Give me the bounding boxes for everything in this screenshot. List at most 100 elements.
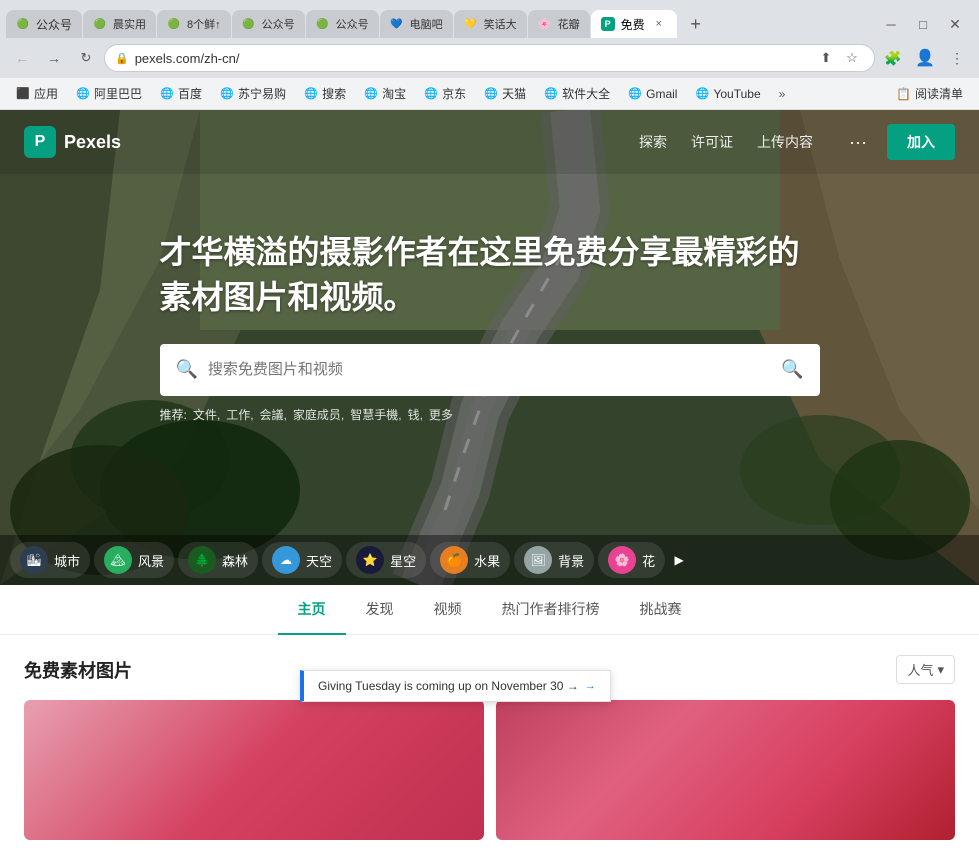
extensions-button[interactable]: 🧩 xyxy=(879,44,907,72)
bookmark-youtube-label: YouTube xyxy=(713,87,760,101)
reader-list-button[interactable]: 📋 阅读清单 xyxy=(888,82,971,105)
bookmark-tmall[interactable]: 🌐 天猫 xyxy=(476,82,534,105)
notification-arrow-icon: → xyxy=(585,680,596,692)
pexels-logo[interactable]: P Pexels xyxy=(24,126,121,158)
suggested-tag-2[interactable]: 会議, xyxy=(260,406,287,423)
tab-official2[interactable]: 🟢 公众号 xyxy=(232,10,305,38)
category-label-star: 星空 xyxy=(390,551,416,570)
tab-favicon-flower: 🌸 xyxy=(538,17,552,31)
tab-flower[interactable]: 🌸 花瓣 xyxy=(528,10,590,38)
bookmark-suning[interactable]: 🌐 苏宁易购 xyxy=(212,82,294,105)
pexels-navbar: P Pexels 探索 许可证 上传内容 ··· 加入 xyxy=(0,110,979,174)
join-button[interactable]: 加入 xyxy=(887,124,955,160)
jd-icon: 🌐 xyxy=(424,87,438,100)
category-fruit[interactable]: 🍊 水果 xyxy=(430,542,510,578)
tab-smile[interactable]: 💛 笑话大 xyxy=(454,10,527,38)
category-label-city: 城市 xyxy=(54,551,80,570)
hero-section: P Pexels 探索 许可证 上传内容 ··· 加入 才华横溢的摄影作者在这里… xyxy=(0,110,979,585)
image-card-2[interactable] xyxy=(496,700,956,840)
bookmark-search[interactable]: 🌐 搜索 xyxy=(296,82,354,105)
nav-upload[interactable]: 上传内容 xyxy=(757,132,813,153)
category-thumb-bg: 🖼 xyxy=(524,546,552,574)
bookmark-alibaba[interactable]: 🌐 阿里巴巴 xyxy=(68,82,150,105)
suggested-tag-4[interactable]: 智慧手機, xyxy=(350,406,401,423)
category-thumb-sky: ☁ xyxy=(272,546,300,574)
tab-close-pexels[interactable]: × xyxy=(651,16,667,32)
search-submit-button[interactable]: 🔍 xyxy=(781,359,803,380)
tab-challenges[interactable]: 挑战赛 xyxy=(620,585,702,635)
sort-button[interactable]: 人气 ▾ xyxy=(896,655,955,684)
category-label-forest: 森林 xyxy=(222,551,248,570)
tab-top-creators[interactable]: 热门作者排行榜 xyxy=(482,585,620,635)
category-forest[interactable]: 🌲 森林 xyxy=(178,542,258,578)
bookmark-apps[interactable]: ⬛ 应用 xyxy=(8,82,66,105)
tab-fresh[interactable]: 🟢 8个鲜↑ xyxy=(157,10,231,38)
search-input[interactable] xyxy=(208,361,781,378)
bookmark-youtube[interactable]: 🌐 YouTube xyxy=(687,84,768,104)
tab-favicon-wechat: 🟢 xyxy=(16,17,30,31)
reader-list-label: 阅读清单 xyxy=(915,85,963,102)
category-strip-arrow[interactable]: ▶ xyxy=(669,550,689,570)
nav-license[interactable]: 许可证 xyxy=(691,132,733,153)
bookmark-gmail[interactable]: 🌐 Gmail xyxy=(620,84,685,104)
suggested-tag-0[interactable]: 文件, xyxy=(193,406,220,423)
new-tab-button[interactable]: + xyxy=(682,10,710,38)
notification-banner[interactable]: Giving Tuesday is coming up on November … xyxy=(300,670,611,702)
tab-videos[interactable]: 视频 xyxy=(414,585,482,635)
pexels-logo-icon: P xyxy=(24,126,56,158)
bookmark-star-icon[interactable]: ☆ xyxy=(840,46,864,70)
category-thumb-scenery: 🏔 xyxy=(104,546,132,574)
suggested-tag-1[interactable]: 工作, xyxy=(226,406,253,423)
bookmark-software[interactable]: 🌐 软件大全 xyxy=(536,82,618,105)
profile-button[interactable]: 👤 xyxy=(911,44,939,72)
refresh-button[interactable]: ↻ xyxy=(72,44,100,72)
address-bar[interactable]: 🔒 pexels.com/zh-cn/ ⬆ ☆ xyxy=(104,44,875,72)
tab-label-diannaoba: 电脑吧 xyxy=(410,16,443,32)
category-label-fruit: 水果 xyxy=(474,551,500,570)
chrome-menu-button[interactable]: ⋮ xyxy=(943,44,971,72)
maximize-button[interactable]: □ xyxy=(909,14,937,34)
tab-pexels[interactable]: P 免费 × xyxy=(591,10,677,38)
suggested-tag-3[interactable]: 家庭成员, xyxy=(293,406,344,423)
category-stars[interactable]: ⭐ 星空 xyxy=(346,542,426,578)
category-thumb-star: ⭐ xyxy=(356,546,384,574)
category-bg[interactable]: 🖼 背景 xyxy=(514,542,594,578)
search-bar: 🔍 🔍 xyxy=(160,344,820,396)
alibaba-icon: 🌐 xyxy=(76,87,90,100)
sort-label: 人气 xyxy=(907,660,933,679)
tab-home[interactable]: 主页 xyxy=(278,585,346,635)
tab-discover[interactable]: 发现 xyxy=(346,585,414,635)
close-button[interactable]: ✕ xyxy=(941,14,969,34)
bookmarks-more-button[interactable]: » xyxy=(773,84,792,104)
category-flower[interactable]: 🌸 花 xyxy=(598,542,665,578)
bookmark-baidu-label: 百度 xyxy=(178,85,202,102)
suggested-tag-5[interactable]: 钱, xyxy=(408,406,423,423)
bookmark-software-label: 软件大全 xyxy=(562,85,610,102)
bookmark-jd[interactable]: 🌐 京东 xyxy=(416,82,474,105)
forward-button[interactable]: → xyxy=(40,44,68,72)
tab-wechat-official[interactable]: 🟢 公众号 xyxy=(6,10,82,38)
suggested-tags: 推荐: 文件, 工作, 会議, 家庭成员, 智慧手機, 钱, 更多 xyxy=(160,406,820,423)
notification-text: Giving Tuesday is coming up on November … xyxy=(318,679,579,693)
image-card-1[interactable] xyxy=(24,700,484,840)
nav-more-dots[interactable]: ··· xyxy=(849,132,867,153)
tab-useful[interactable]: 🟢 晨实用 xyxy=(83,10,156,38)
share-icon[interactable]: ⬆ xyxy=(814,46,838,70)
bookmarks-bar: ⬛ 应用 🌐 阿里巴巴 🌐 百度 🌐 苏宁易购 🌐 搜索 🌐 淘宝 🌐 京东 � xyxy=(0,78,979,110)
logo-letter: P xyxy=(35,133,46,151)
minimize-button[interactable]: ─ xyxy=(877,14,905,34)
bookmark-search-label: 搜索 xyxy=(322,85,346,102)
lock-icon: 🔒 xyxy=(115,52,129,65)
tab-diannaoba[interactable]: 💙 电脑吧 xyxy=(380,10,453,38)
tab-official3[interactable]: 🟢 公众号 xyxy=(306,10,379,38)
category-sky[interactable]: ☁ 天空 xyxy=(262,542,342,578)
content-area: 免费素材图片 人气 ▾ xyxy=(0,635,979,860)
category-city[interactable]: 🏙 城市 xyxy=(10,542,90,578)
back-button[interactable]: ← xyxy=(8,44,36,72)
bookmark-taobao[interactable]: 🌐 淘宝 xyxy=(356,82,414,105)
nav-explore[interactable]: 探索 xyxy=(639,132,667,153)
bookmark-baidu[interactable]: 🌐 百度 xyxy=(152,82,210,105)
suggested-tag-6[interactable]: 更多 xyxy=(429,406,453,423)
category-scenery[interactable]: 🏔 风景 xyxy=(94,542,174,578)
bookmark-tmall-label: 天猫 xyxy=(502,85,526,102)
